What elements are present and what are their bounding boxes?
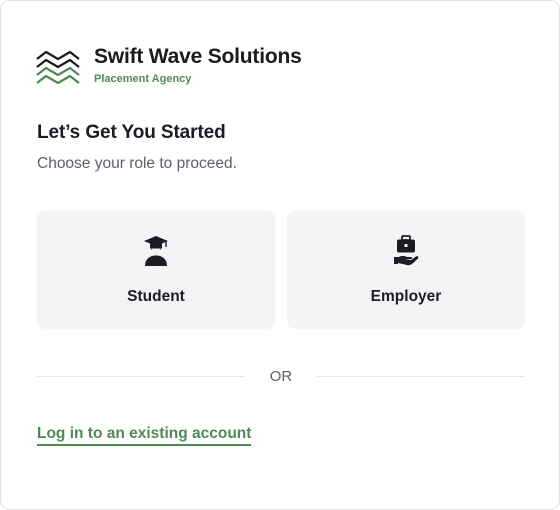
divider-line-right bbox=[317, 376, 525, 377]
page-subtitle: Choose your role to proceed. bbox=[37, 155, 237, 172]
divider-line-left bbox=[37, 376, 245, 377]
briefcase-hand-icon bbox=[394, 235, 419, 266]
or-divider-label: OR bbox=[269, 368, 293, 385]
student-role-button[interactable]: Student bbox=[37, 211, 275, 329]
login-existing-account-link[interactable]: Log in to an existing account bbox=[37, 425, 252, 446]
brand-header: Swift Wave Solutions Placement Agency bbox=[36, 45, 302, 89]
role-selection-card: Swift Wave Solutions Placement Agency Le… bbox=[0, 0, 560, 510]
page-title: Let’s Get You Started bbox=[37, 122, 226, 143]
employer-role-button[interactable]: Employer bbox=[287, 211, 525, 329]
brand-name: Swift Wave Solutions bbox=[94, 45, 302, 68]
graduate-icon bbox=[144, 236, 168, 266]
wave-lines-icon bbox=[36, 50, 80, 85]
student-role-label: Student bbox=[127, 288, 185, 305]
brand-tagline: Placement Agency bbox=[94, 73, 192, 85]
employer-role-label: Employer bbox=[370, 288, 442, 305]
brand-text: Swift Wave Solutions Placement Agency bbox=[94, 45, 302, 86]
